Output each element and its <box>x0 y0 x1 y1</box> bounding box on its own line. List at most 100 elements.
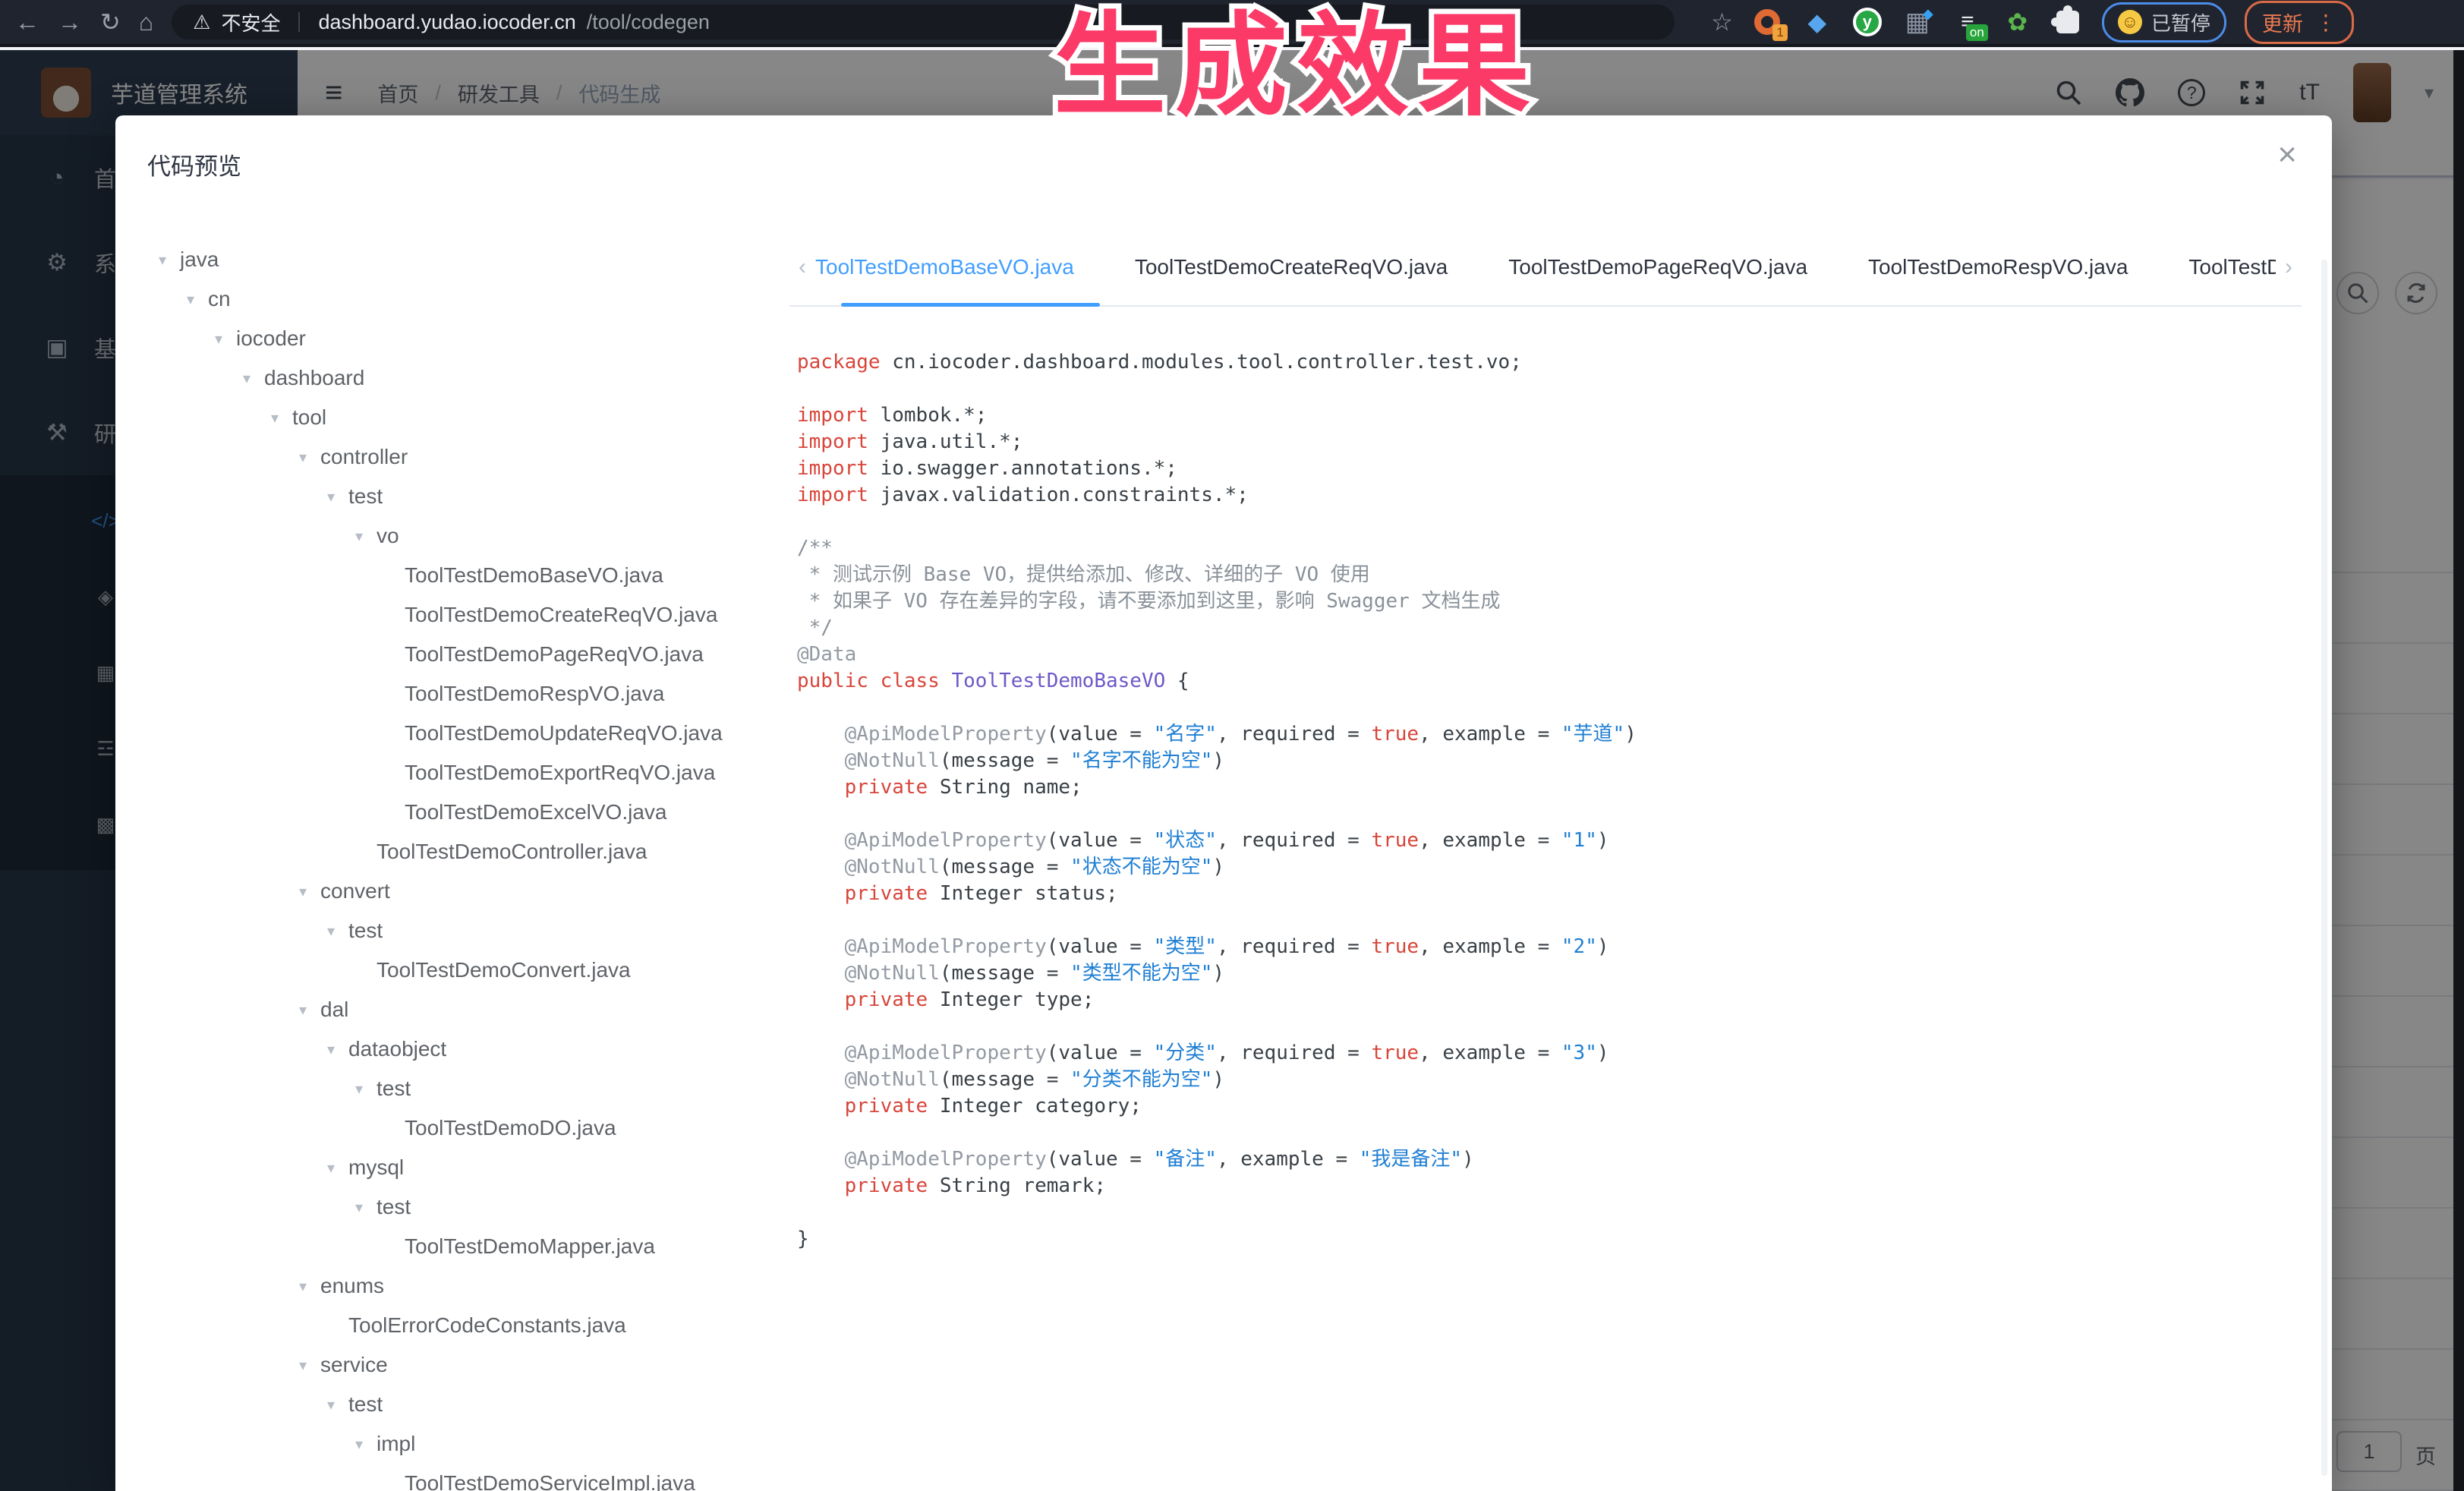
code-line: import java.util.*; <box>797 429 2302 455</box>
caret-down-icon[interactable]: ▾ <box>327 1395 342 1414</box>
tree-node-label: service <box>320 1353 388 1377</box>
tree-file[interactable]: ToolTestDemoConvert.java <box>115 950 767 990</box>
tree-node-label: ToolTestDemoExcelVO.java <box>405 800 666 824</box>
extension-gem-icon[interactable]: ◆ <box>1801 6 1833 38</box>
paused-label: 已暂停 <box>2151 8 2210 36</box>
code-line <box>797 1013 2302 1040</box>
tree-folder[interactable]: ▾java <box>115 240 767 279</box>
tree-folder[interactable]: ▾test <box>115 1187 767 1227</box>
tree-folder[interactable]: ▾ convert <box>115 872 767 911</box>
tree-file[interactable]: ToolTestDemoExportReqVO.java <box>115 753 767 793</box>
extension-green-circle-icon[interactable]: y <box>1851 6 1883 38</box>
caret-down-icon[interactable]: ▾ <box>327 1040 342 1059</box>
home-icon[interactable]: ⌂ <box>139 10 153 34</box>
tree-folder[interactable]: ▾ test <box>115 1069 767 1108</box>
tree-file[interactable]: ToolTestDemoDO.java <box>115 1108 767 1148</box>
tabs-next-icon[interactable]: › <box>2276 254 2302 280</box>
extension-orange-icon[interactable]: 1 <box>1751 6 1783 38</box>
tree-folder[interactable]: ▾controller <box>115 437 767 477</box>
tree-node-label: tool <box>292 405 326 430</box>
tree-folder[interactable]: ▾iocoder <box>115 319 767 358</box>
extension-blocks-icon[interactable]: ▦◆ <box>1902 6 1933 38</box>
caret-down-icon[interactable]: ▾ <box>299 882 314 901</box>
tree-file[interactable]: ToolTestDemoPageReqVO.java <box>115 635 767 674</box>
caret-down-icon[interactable]: ▾ <box>299 448 314 467</box>
tab-ToolTestDemoBaseVO.java[interactable]: ToolTestDemoBaseVO.java <box>815 255 1074 279</box>
tree-node-label: mysql <box>348 1155 404 1180</box>
tree-folder[interactable]: ▾vo <box>115 516 767 556</box>
annotation-text: 生成效果 生成效果 <box>1054 11 1539 123</box>
tab-ToolTestDemoPageReqVO.java[interactable]: ToolTestDemoPageReqVO.java <box>1508 255 1807 279</box>
back-icon[interactable]: ← <box>15 10 39 34</box>
caret-down-icon[interactable]: ▾ <box>327 922 342 941</box>
code-line <box>797 376 2302 402</box>
tree-file[interactable]: ToolTestDemoUpdateReqVO.java <box>115 714 767 753</box>
code-line <box>797 1120 2302 1146</box>
tree-folder[interactable]: ▾dal <box>115 990 767 1029</box>
code-line: @ApiModelProperty(value = "名字", required… <box>797 721 2302 748</box>
code-panel: ‹ ToolTestDemoBaseVO.java ToolTestDemoCre… <box>767 229 2332 1491</box>
caret-down-icon[interactable]: ▾ <box>327 1158 342 1177</box>
caret-down-icon[interactable]: ▾ <box>327 487 342 506</box>
tab-ToolTestDemoUpdateReqVO.java[interactable]: ToolTestDemoUpdateReqVO.java <box>2188 255 2276 279</box>
tree-node-label: dashboard <box>264 366 364 390</box>
extension-plant-icon[interactable]: ✿ <box>2002 6 2034 38</box>
code-scrollbar[interactable] <box>2321 260 2327 1476</box>
caret-down-icon[interactable]: ▾ <box>355 1435 370 1454</box>
code-line: private Integer status; <box>797 881 2302 907</box>
close-icon[interactable]: × <box>2277 138 2297 172</box>
caret-down-icon[interactable]: ▾ <box>159 251 174 270</box>
tree-file[interactable]: ToolTestDemoController.java <box>115 832 767 872</box>
caret-down-icon[interactable]: ▾ <box>299 1277 314 1296</box>
tab-ToolTestDemoRespVO.java[interactable]: ToolTestDemoRespVO.java <box>1868 255 2128 279</box>
tree-file[interactable]: ToolErrorCodeConstants.java <box>115 1306 767 1345</box>
tree-file[interactable]: ToolTestDemoMapper.java <box>115 1227 767 1266</box>
tree-folder[interactable]: ▾dataobject <box>115 1029 767 1069</box>
tree-file[interactable]: ToolTestDemoBaseVO.java <box>115 556 767 595</box>
caret-down-icon[interactable]: ▾ <box>215 329 230 348</box>
caret-down-icon[interactable]: ▾ <box>299 1001 314 1020</box>
tree-folder[interactable]: ▾test <box>115 911 767 950</box>
tree-node-label: convert <box>320 879 390 903</box>
extensions-puzzle-icon[interactable] <box>2052 6 2084 38</box>
profile-paused-pill[interactable]: ☺ 已暂停 <box>2102 2 2226 43</box>
tree-folder[interactable]: ▾test <box>115 477 767 516</box>
code-line <box>797 1199 2302 1226</box>
tree-file[interactable]: ToolTestDemoServiceImpl.java <box>115 1464 767 1491</box>
tabs-prev-icon[interactable]: ‹ <box>789 254 815 280</box>
code-line <box>797 907 2302 934</box>
tree-folder[interactable]: ▾test <box>115 1385 767 1424</box>
code-line: public class ToolTestDemoBaseVO { <box>797 668 2302 695</box>
tab-ToolTestDemoCreateReqVO.java[interactable]: ToolTestDemoCreateReqVO.java <box>1135 255 1448 279</box>
tree-folder[interactable]: ▾ dashboard <box>115 358 767 398</box>
tree-folder[interactable]: ▾enums <box>115 1266 767 1306</box>
tree-node-label: ToolTestDemoExportReqVO.java <box>405 761 715 785</box>
tree-node-label: ToolTestDemoCreateReqVO.java <box>405 603 717 627</box>
caret-down-icon[interactable]: ▾ <box>355 1080 370 1099</box>
tree-folder[interactable]: ▾impl <box>115 1424 767 1464</box>
tree-folder[interactable]: ▾ service <box>115 1345 767 1385</box>
caret-down-icon[interactable]: ▾ <box>243 369 258 388</box>
extension-list-on-icon[interactable]: ≡ on <box>1952 6 1983 38</box>
tree-file[interactable]: ToolTestDemoCreateReqVO.java <box>115 595 767 635</box>
tree-node-label: test <box>377 1076 411 1101</box>
url-host: dashboard.yudao.iocoder.cn <box>318 11 575 34</box>
browser-menu-icon[interactable]: ⋮ <box>2315 10 2336 35</box>
tree-node-label: ToolErrorCodeConstants.java <box>348 1313 626 1338</box>
caret-down-icon[interactable]: ▾ <box>355 527 370 546</box>
caret-down-icon[interactable]: ▾ <box>187 290 202 309</box>
caret-down-icon[interactable]: ▾ <box>355 1198 370 1217</box>
tree-folder[interactable]: ▾ mysql <box>115 1148 767 1187</box>
url-path: /tool/codegen <box>587 11 710 34</box>
tree-file[interactable]: ToolTestDemoExcelVO.java <box>115 793 767 832</box>
tree-folder[interactable]: ▾ tool <box>115 398 767 437</box>
caret-down-icon[interactable]: ▾ <box>299 1356 314 1375</box>
tree-folder[interactable]: ▾cn <box>115 279 767 319</box>
caret-down-icon[interactable]: ▾ <box>271 408 286 427</box>
bookmark-star-icon[interactable]: ☆ <box>1711 10 1733 34</box>
reload-icon[interactable]: ↻ <box>100 10 121 34</box>
browser-update-button[interactable]: 更新 ⋮ <box>2245 1 2354 44</box>
forward-icon[interactable]: → <box>58 10 82 34</box>
tree-file[interactable]: ToolTestDemoRespVO.java <box>115 674 767 714</box>
code-line: } <box>797 1226 2302 1253</box>
